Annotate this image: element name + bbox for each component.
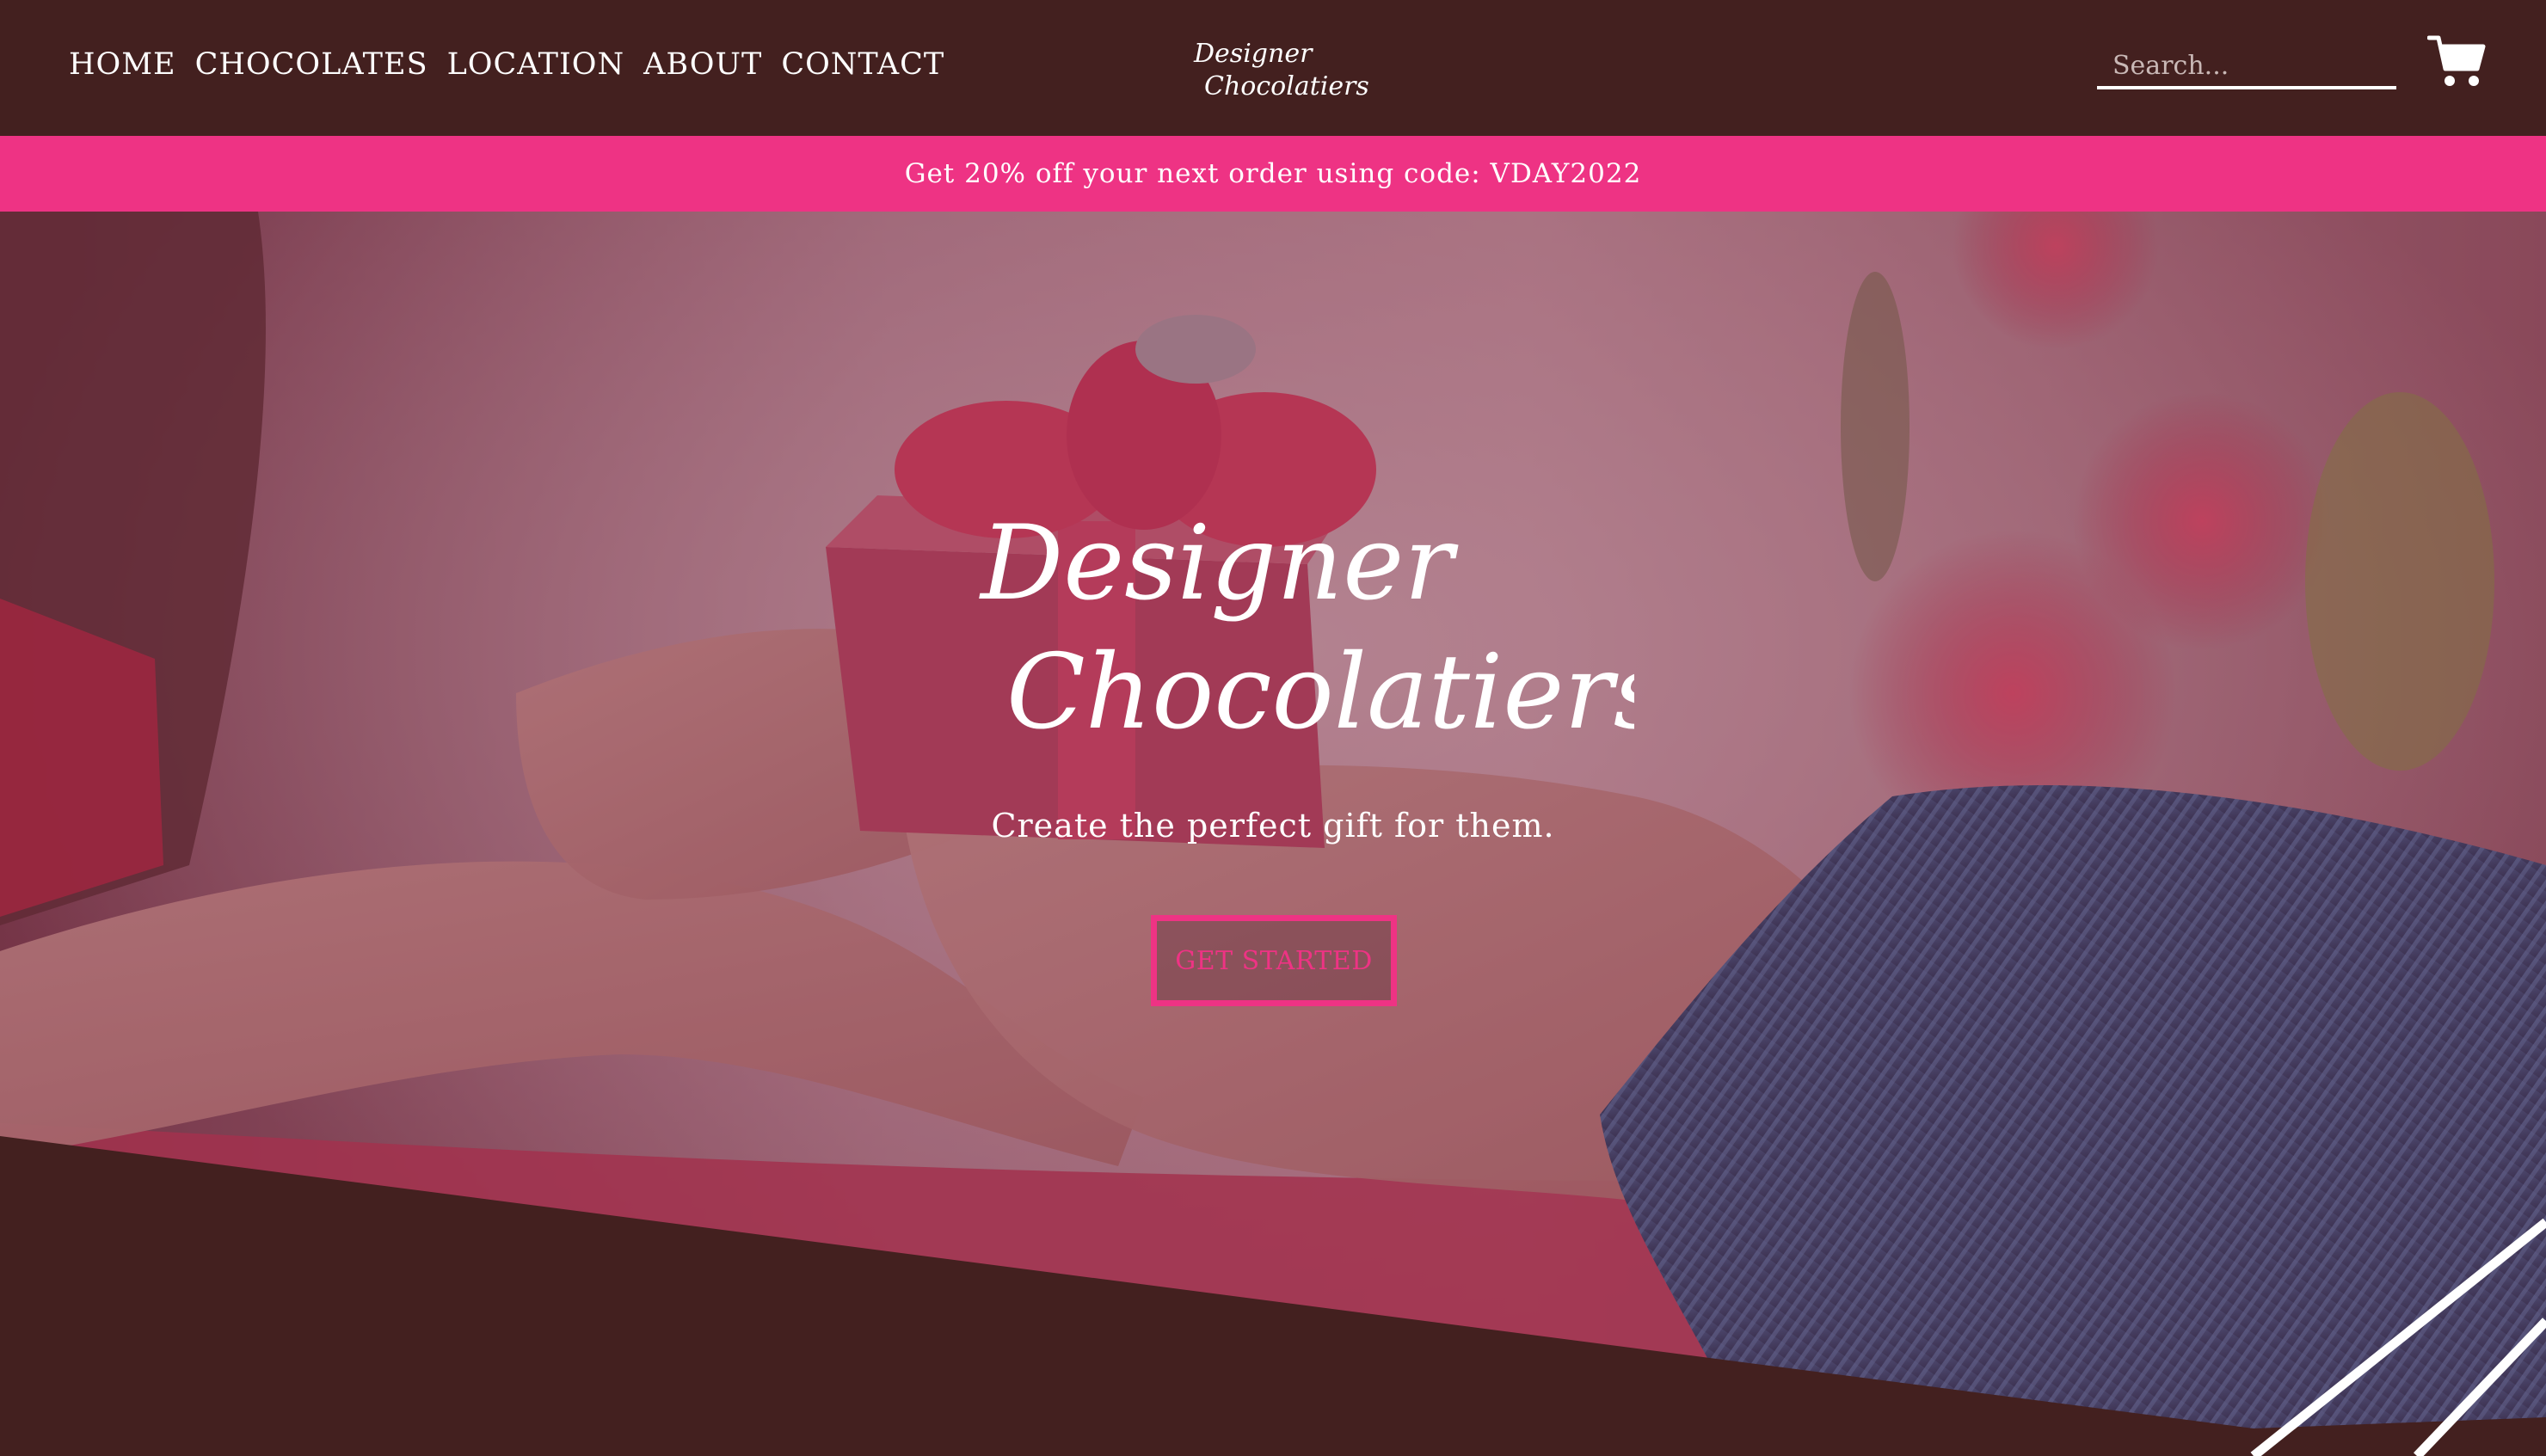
main-nav: HOME CHOCOLATES LOCATION ABOUT CONTACT bbox=[69, 50, 944, 80]
get-started-label: GET STARTED bbox=[1175, 945, 1373, 976]
get-started-button[interactable]: GET STARTED bbox=[1151, 915, 1397, 1006]
search-input[interactable] bbox=[2097, 45, 2396, 86]
logo-line2: Chocolatiers bbox=[1204, 71, 1369, 101]
hero-subtitle: Create the perfect gift for them. bbox=[991, 807, 1555, 845]
hero-title-line2: Chocolatiers bbox=[1006, 633, 1634, 753]
search-box bbox=[2097, 45, 2396, 89]
nav-location-link[interactable]: LOCATION bbox=[447, 50, 625, 80]
nav-chocolates-link[interactable]: CHOCOLATES bbox=[195, 50, 428, 80]
nav-contact-link[interactable]: CONTACT bbox=[781, 50, 944, 80]
hero-section: Designer Chocolatiers Create the perfect… bbox=[0, 212, 2546, 1456]
site-logo[interactable]: Designer Chocolatiers bbox=[1178, 24, 1376, 110]
hero-title-line1: Designer bbox=[979, 504, 1459, 624]
nav-about-link[interactable]: ABOUT bbox=[643, 50, 762, 80]
site-header: HOME CHOCOLATES LOCATION ABOUT CONTACT D… bbox=[0, 0, 2546, 136]
page: HOME CHOCOLATES LOCATION ABOUT CONTACT D… bbox=[0, 0, 2546, 1456]
nav-home-link[interactable]: HOME bbox=[69, 50, 176, 80]
logo-line1: Designer bbox=[1193, 39, 1313, 69]
promo-text: Get 20% off your next order using code: … bbox=[904, 158, 1642, 189]
promo-banner: Get 20% off your next order using code: … bbox=[0, 136, 2546, 212]
logo-script: Designer Chocolatiers bbox=[1193, 39, 1369, 101]
shopping-cart-icon[interactable] bbox=[2426, 33, 2486, 91]
hero-title: Designer Chocolatiers bbox=[912, 470, 1666, 796]
